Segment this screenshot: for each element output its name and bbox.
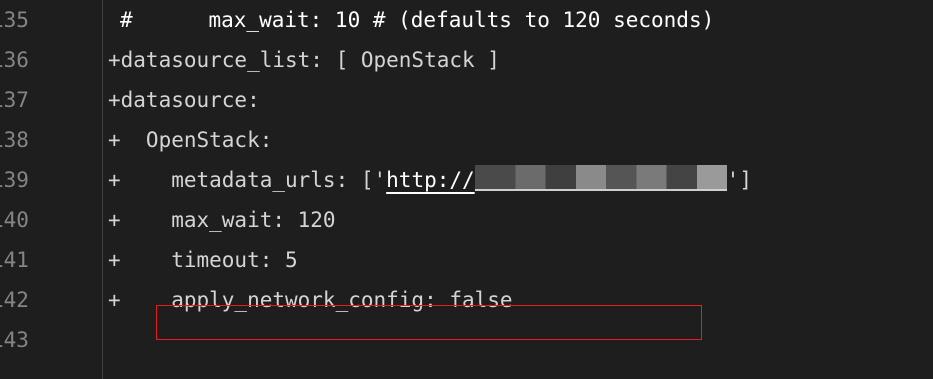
metadata-urls-prefix: + metadata_urls: [' (108, 168, 387, 192)
code-text: # max_wait: 10 # (defaults to 120 second… (120, 8, 715, 32)
code-text: +datasource: (108, 88, 260, 112)
highlight-box (156, 305, 702, 340)
code-text: + metadata_urls: ['http:// '] (108, 165, 752, 195)
code-editor: 135 # max_wait: 10 # (defaults to 120 se… (0, 0, 933, 379)
line-number: 135 (0, 8, 29, 32)
redacted-url-host (474, 165, 727, 191)
line-number: 140 (0, 208, 29, 232)
line-number: 139 (0, 168, 29, 192)
code-line[interactable]: 139 + metadata_urls: ['http:// '] (0, 160, 933, 200)
code-line[interactable]: 135 # max_wait: 10 # (defaults to 120 se… (0, 0, 933, 40)
code-line[interactable]: 138 + OpenStack: (0, 120, 933, 160)
code-text: + max_wait: 120 (108, 208, 336, 232)
code-line[interactable]: 137 +datasource: (0, 80, 933, 120)
line-number: 138 (0, 128, 29, 152)
code-line[interactable]: 136 +datasource_list: [ OpenStack ] (0, 40, 933, 80)
code-text: +datasource_list: [ OpenStack ] (108, 48, 500, 72)
code-text: + OpenStack: (108, 128, 273, 152)
line-number: 136 (0, 48, 29, 72)
code-line[interactable]: 140 + max_wait: 120 (0, 200, 933, 240)
line-number: 143 (0, 328, 29, 352)
metadata-urls-suffix: '] (726, 168, 752, 192)
line-number: 141 (0, 248, 29, 272)
code-line[interactable]: 141 + timeout: 5 (0, 240, 933, 280)
line-number: 137 (0, 88, 29, 112)
code-text: + timeout: 5 (108, 248, 298, 272)
url-link[interactable]: http:// (386, 168, 475, 192)
line-number: 142 (0, 288, 29, 312)
